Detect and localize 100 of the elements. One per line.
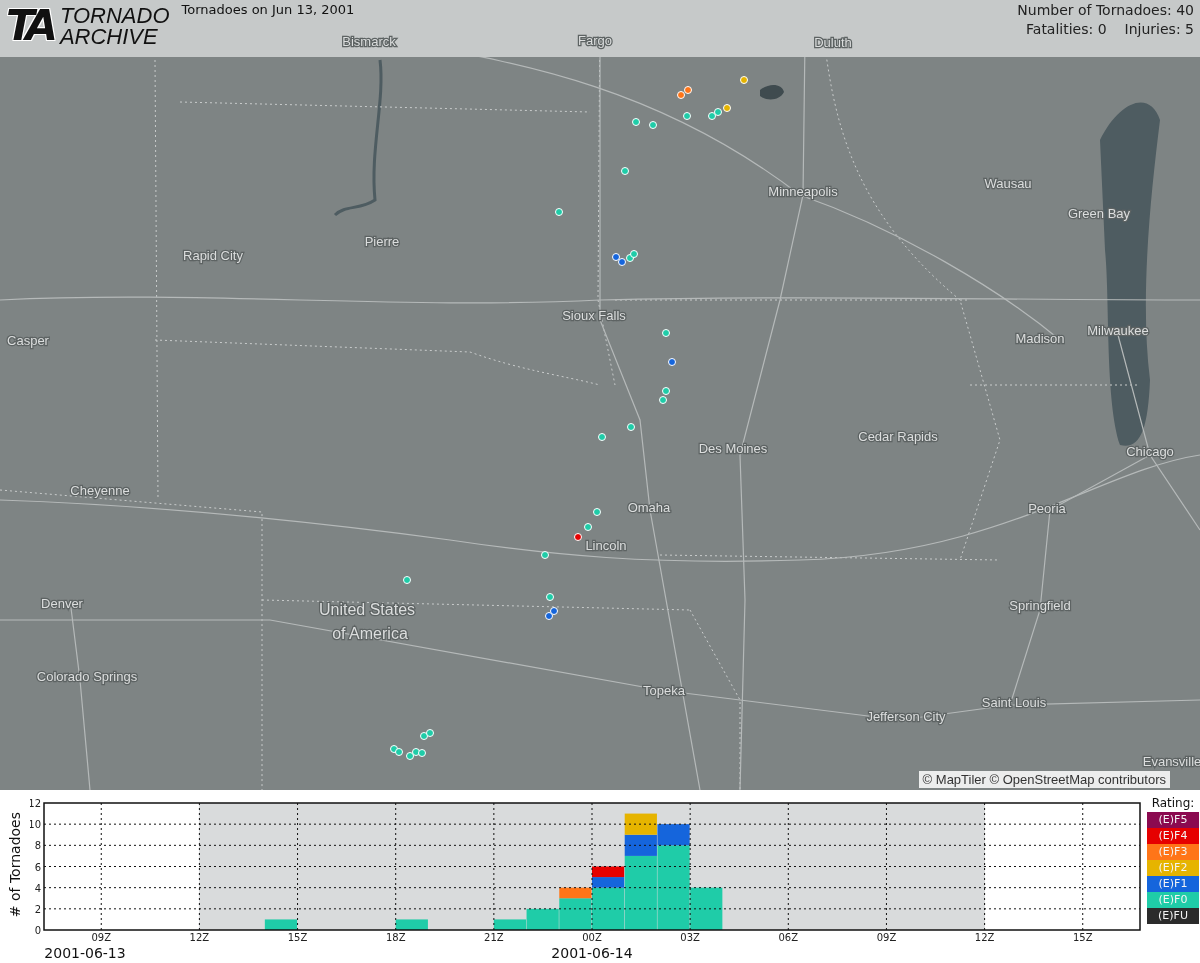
tornado-marker[interactable] bbox=[632, 118, 640, 126]
city-label: Bismarck bbox=[342, 34, 396, 49]
tornado-marker[interactable] bbox=[426, 729, 434, 737]
tornado-marker[interactable] bbox=[574, 533, 582, 541]
x-tick-label: 06Z bbox=[778, 932, 799, 943]
x-tick-label: 00Z bbox=[582, 932, 602, 943]
tornado-marker[interactable] bbox=[420, 732, 428, 740]
page-title: Tornadoes on Jun 13, 2001 bbox=[181, 2, 355, 17]
tornado-marker[interactable] bbox=[668, 358, 676, 366]
tornado-marker[interactable] bbox=[714, 108, 722, 116]
city-label: Minneapolis bbox=[768, 184, 838, 199]
tornado-marker[interactable] bbox=[541, 551, 549, 559]
tornado-marker[interactable] bbox=[627, 423, 635, 431]
tornado-count: Number of Tornadoes: 40 bbox=[1017, 2, 1194, 18]
injuries-count: Injuries: 5 bbox=[1124, 21, 1194, 37]
tornado-marker[interactable] bbox=[406, 752, 414, 760]
logo-mark: TA bbox=[6, 3, 52, 49]
city-label: Omaha bbox=[627, 500, 671, 515]
y-tick-label: 12 bbox=[30, 798, 41, 809]
histogram-bar bbox=[264, 919, 298, 930]
y-tick-label: 6 bbox=[34, 861, 41, 873]
y-tick-label: 0 bbox=[34, 925, 41, 936]
logo-text: TORNADO bbox=[59, 5, 170, 26]
city-label: Casper bbox=[7, 333, 49, 348]
y-axis-label: # of Tornadoes bbox=[7, 812, 23, 918]
histogram-bar bbox=[395, 919, 428, 930]
country-label: United States bbox=[318, 601, 416, 618]
tornado-marker[interactable] bbox=[618, 258, 626, 266]
city-label: Cedar Rapids bbox=[858, 429, 938, 444]
tornado-marker[interactable] bbox=[630, 250, 638, 258]
city-label: Lincoln bbox=[585, 538, 627, 553]
city-label: Cheyenne bbox=[70, 483, 130, 498]
city-label: Jefferson City bbox=[866, 709, 946, 724]
city-label: Madison bbox=[1015, 331, 1065, 346]
tornado-marker[interactable] bbox=[708, 112, 716, 120]
x-tick-label: 09Z bbox=[91, 932, 112, 943]
tornado-marker[interactable] bbox=[740, 76, 748, 84]
city-label: Springfield bbox=[1009, 598, 1071, 613]
city-label: Peoria bbox=[1028, 501, 1066, 516]
city-label: Pierre bbox=[364, 234, 400, 249]
city-label: Green Bay bbox=[1067, 206, 1131, 221]
city-label: Sioux Falls bbox=[562, 308, 626, 323]
tornado-marker[interactable] bbox=[662, 329, 670, 337]
tornado-marker[interactable] bbox=[659, 396, 667, 404]
city-label: Fargo bbox=[578, 33, 612, 48]
y-tick-label: 4 bbox=[34, 882, 41, 894]
tornado-marker[interactable] bbox=[621, 167, 629, 175]
city-label: Milwaukee bbox=[1087, 323, 1149, 338]
tornado-marker[interactable] bbox=[550, 607, 558, 615]
city-label: Rapid City bbox=[183, 248, 243, 263]
city-label: Topeka bbox=[643, 683, 685, 698]
tornado-marker[interactable] bbox=[598, 433, 606, 441]
tornado-marker[interactable] bbox=[403, 576, 411, 584]
city-label: Denver bbox=[41, 596, 83, 611]
y-tick-label: 2 bbox=[34, 903, 41, 915]
tornado-marker[interactable] bbox=[412, 748, 420, 756]
legend-item: (E)F1 bbox=[1147, 876, 1199, 892]
tornado-marker[interactable] bbox=[649, 121, 657, 129]
tornado-marker[interactable] bbox=[395, 748, 403, 756]
x-tick-label: 03Z bbox=[680, 932, 700, 943]
city-label: Wausau bbox=[984, 176, 1032, 191]
legend-item: (E)F5 bbox=[1147, 812, 1199, 828]
city-label: Des Moines bbox=[698, 441, 768, 456]
country-label: of America bbox=[332, 625, 408, 642]
logo-text: ARCHIVE bbox=[59, 26, 159, 47]
city-label: Duluth bbox=[814, 35, 852, 50]
legend-title: Rating: bbox=[1150, 796, 1196, 810]
tornado-marker[interactable] bbox=[723, 104, 731, 112]
tornado-marker[interactable] bbox=[593, 508, 601, 516]
x-tick-label: 12Z bbox=[189, 932, 210, 943]
y-tick-label: 10 bbox=[30, 819, 41, 831]
y-tick-label: 8 bbox=[34, 840, 41, 852]
city-label: Evansville bbox=[1142, 754, 1200, 769]
map-attribution: © MapTiler © OpenStreetMap contributors bbox=[918, 771, 1170, 788]
tornado-marker[interactable] bbox=[555, 208, 563, 216]
legend-item: (E)F3 bbox=[1147, 844, 1199, 860]
legend-item: (E)F0 bbox=[1147, 892, 1199, 908]
tornado-marker[interactable] bbox=[683, 112, 691, 120]
city-label: Colorado Springs bbox=[36, 669, 138, 684]
x-tick-label: 12Z bbox=[974, 932, 995, 943]
tornado-marker[interactable] bbox=[545, 612, 553, 620]
tornado-marker[interactable] bbox=[584, 523, 592, 531]
tornado-marker[interactable] bbox=[546, 593, 554, 601]
tornado-marker[interactable] bbox=[677, 91, 685, 99]
tornado-marker[interactable] bbox=[662, 387, 670, 395]
fatalities-count: Fatalities: 0 bbox=[1026, 21, 1107, 37]
tornado-marker[interactable] bbox=[684, 86, 692, 94]
city-label: Chicago bbox=[1126, 444, 1174, 459]
x-tick-label: 18Z bbox=[385, 932, 406, 943]
legend-item: (E)F4 bbox=[1147, 828, 1199, 844]
tornado-marker[interactable] bbox=[612, 253, 620, 261]
legend-item: (E)F2 bbox=[1147, 860, 1199, 876]
city-label: Saint Louis bbox=[981, 695, 1047, 710]
x-tick-label: 09Z bbox=[876, 932, 897, 943]
x-tick-label: 15Z bbox=[1072, 932, 1093, 943]
legend-item: (E)FU bbox=[1147, 908, 1199, 924]
tornado-marker[interactable] bbox=[418, 749, 426, 757]
x-tick-label: 21Z bbox=[484, 932, 504, 943]
x-tick-label: 15Z bbox=[287, 932, 308, 943]
date-label: 2001-06-13 bbox=[44, 945, 126, 961]
